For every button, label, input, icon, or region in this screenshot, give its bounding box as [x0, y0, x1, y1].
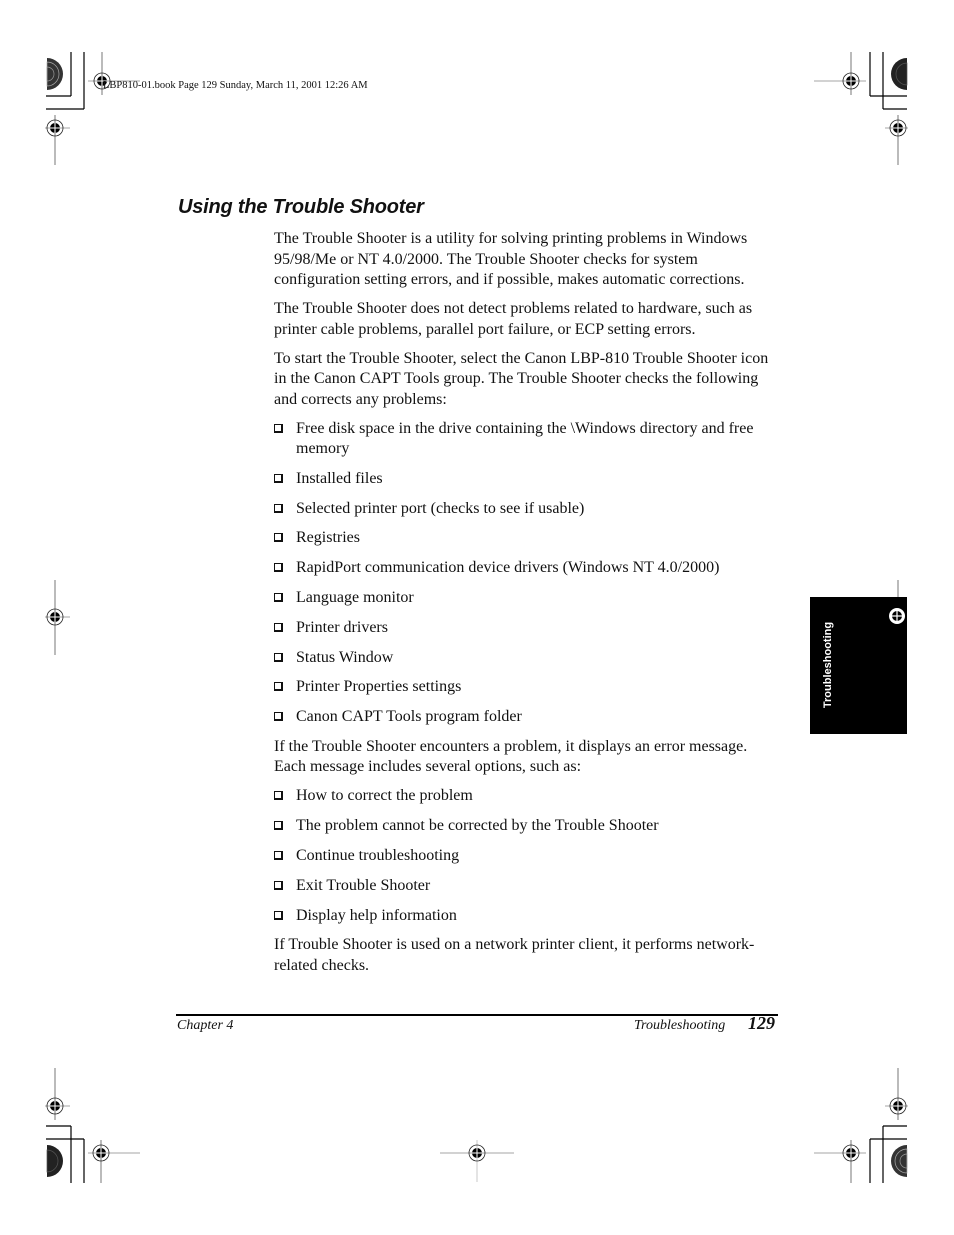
registration-mark-icon — [889, 119, 907, 137]
footer-rule — [176, 1014, 778, 1016]
paragraph-hardware-note: The Trouble Shooter does not detect prob… — [274, 300, 753, 338]
checkbox-bullet-icon — [274, 473, 283, 483]
crop-mark-bottom-right — [814, 1068, 908, 1183]
checkbox-bullet-icon — [274, 622, 283, 632]
checks-list: Free disk space in the drive containing … — [274, 419, 779, 728]
checkbox-bullet-icon — [274, 910, 283, 920]
list-item: How to correct the problem — [274, 786, 779, 807]
crop-mark-left-middle — [45, 580, 70, 655]
checkbox-bullet-icon — [274, 652, 283, 662]
list-item: Registries — [274, 528, 779, 549]
color-wheel-icon — [46, 1145, 63, 1177]
list-item: Free disk space in the drive containing … — [274, 419, 779, 460]
checkbox-bullet-icon — [274, 821, 283, 831]
checkbox-bullet-icon — [274, 880, 283, 890]
registration-mark-icon — [889, 608, 905, 624]
page-number: 129 — [748, 1013, 775, 1033]
footer-chapter: Chapter 4 — [177, 1018, 234, 1033]
print-slug: LBP810-01.book Page 129 Sunday, March 11… — [103, 80, 368, 91]
options-list: How to correct the problem The problem c… — [274, 786, 779, 926]
checkbox-bullet-icon — [274, 503, 283, 513]
registration-mark-icon — [46, 1097, 64, 1115]
paragraph-network: If Trouble Shooter is used on a network … — [274, 936, 755, 974]
checkbox-bullet-icon — [274, 533, 283, 543]
registration-mark-icon — [842, 1144, 860, 1162]
crop-mark-top-left — [45, 52, 140, 165]
list-item: RapidPort communication device drivers (… — [274, 558, 779, 579]
color-wheel-icon — [891, 58, 908, 90]
list-item: Canon CAPT Tools program folder — [274, 707, 779, 728]
list-item: Printer drivers — [274, 618, 779, 639]
list-item: Selected printer port (checks to see if … — [274, 499, 779, 520]
thumb-tab-label: Troubleshooting — [822, 621, 834, 709]
paragraph-intro: The Trouble Shooter is a utility for sol… — [274, 230, 748, 288]
list-item: The problem cannot be corrected by the T… — [274, 816, 779, 837]
color-wheel-icon — [46, 58, 63, 90]
checkbox-bullet-icon — [274, 712, 283, 722]
chapter-thumb-tab: Troubleshooting — [810, 597, 907, 734]
footer-section: Troubleshooting — [634, 1018, 726, 1033]
checkbox-bullet-icon — [274, 682, 283, 692]
list-item: Language monitor — [274, 588, 779, 609]
list-item: Display help information — [274, 906, 779, 927]
list-item: Status Window — [274, 648, 779, 669]
registration-mark-icon — [46, 119, 64, 137]
checkbox-bullet-icon — [274, 592, 283, 602]
registration-mark-icon — [468, 1144, 486, 1162]
checkbox-bullet-icon — [274, 851, 283, 861]
crop-mark-bottom-center — [440, 1140, 514, 1182]
registration-mark-icon — [842, 72, 860, 90]
registration-mark-icon — [92, 1144, 110, 1162]
list-item: Installed files — [274, 469, 779, 490]
paragraph-error-message: If the Trouble Shooter encounters a prob… — [274, 737, 748, 776]
crop-mark-bottom-left — [45, 1068, 140, 1183]
checkbox-bullet-icon — [274, 563, 283, 573]
section-title: Using the Trouble Shooter — [178, 196, 424, 218]
list-item: Continue troubleshooting — [274, 846, 779, 867]
section-body: The Trouble Shooter is a utility for sol… — [274, 229, 779, 985]
color-wheel-icon — [891, 1145, 908, 1177]
checkbox-bullet-icon — [274, 423, 283, 433]
checkbox-bullet-icon — [274, 791, 283, 801]
registration-mark-icon — [46, 608, 64, 626]
registration-mark-icon — [889, 1097, 907, 1115]
list-item: Printer Properties settings — [274, 677, 779, 698]
list-item: Exit Trouble Shooter — [274, 876, 779, 897]
paragraph-how-to-start: To start the Trouble Shooter, select the… — [274, 349, 769, 408]
crop-mark-top-right — [814, 52, 908, 165]
